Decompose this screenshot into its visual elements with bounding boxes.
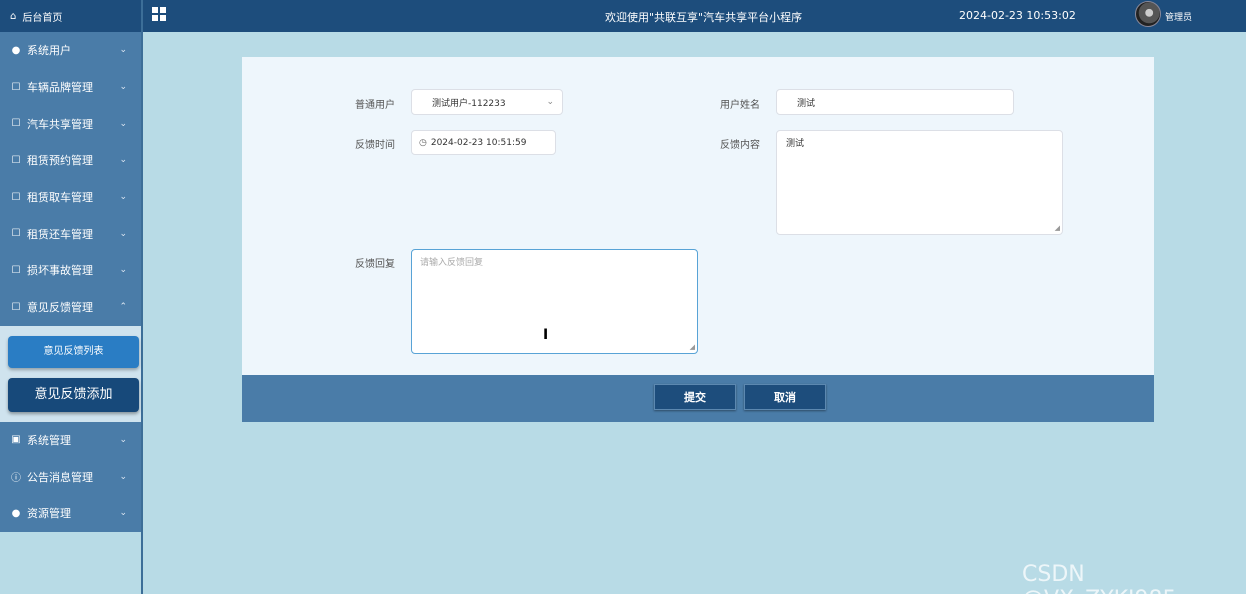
user-name[interactable]: 管理员 xyxy=(1165,10,1192,23)
chevron-up-icon: ⌃ xyxy=(119,302,127,313)
feedback-content-value: 测试 xyxy=(786,139,805,149)
current-datetime: 2024-02-23 10:53:02 xyxy=(959,9,1076,22)
chevron-down-icon: ⌄ xyxy=(119,192,127,203)
name-label: 用户姓名 xyxy=(720,100,760,111)
text-cursor-icon: I xyxy=(543,327,549,343)
info-icon: ⓘ xyxy=(11,473,21,485)
clock-icon: ◷ xyxy=(419,137,427,148)
submenu-feedback-add[interactable]: 意见反馈添加 xyxy=(8,377,139,412)
location-icon: ● xyxy=(11,507,21,519)
sidebar-item-system-users[interactable]: ● 系统用户 ⌄ xyxy=(0,32,141,69)
feedback-reply-textarea[interactable]: 请输入反馈回复 ◢ xyxy=(411,249,698,354)
sidebar-item-label: 意见反馈管理 xyxy=(27,301,93,315)
sidebar-home[interactable]: ⌂ 后台首页 xyxy=(0,0,141,32)
name-value: 测试 xyxy=(797,98,816,109)
submit-button[interactable]: 提交 xyxy=(654,384,736,410)
sidebar-item-label: 汽车共享管理 xyxy=(27,117,93,131)
sidebar-item-label: 资源管理 xyxy=(27,507,71,521)
chevron-down-icon: ⌄ xyxy=(119,82,127,93)
chevron-down-icon: ⌄ xyxy=(119,228,127,239)
resize-handle-icon[interactable]: ◢ xyxy=(690,343,695,351)
sidebar-item-system[interactable]: ▣ 系统管理 ⌄ xyxy=(0,422,141,459)
sidebar-item-reservation[interactable]: ☐ 租赁预约管理 ⌄ xyxy=(0,142,141,179)
resize-handle-icon[interactable]: ◢ xyxy=(1055,224,1060,232)
cancel-button[interactable]: 取消 xyxy=(744,384,826,410)
sidebar-menu-lower: ▣ 系统管理 ⌄ ⓘ 公告消息管理 ⌄ ● 资源管理 ⌄ xyxy=(0,421,141,532)
external-link-icon: ☐ xyxy=(11,264,21,276)
avatar[interactable] xyxy=(1135,1,1161,27)
sidebar-menu: ● 系统用户 ⌄ ☐ 车辆品牌管理 ⌄ ☐ 汽车共享管理 ⌄ ☐ 租赁预约管理 … xyxy=(0,32,141,326)
sidebar-item-resource[interactable]: ● 资源管理 ⌄ xyxy=(0,495,141,532)
chevron-down-icon: ⌄ xyxy=(119,508,127,519)
sidebar-item-damage[interactable]: ☐ 损坏事故管理 ⌄ xyxy=(0,252,141,289)
feedback-submenu: 意见反馈列表 意见反馈添加 xyxy=(0,325,141,422)
feedback-time-value: 2024-02-23 10:51:59 xyxy=(430,137,527,148)
chevron-down-icon: ⌄ xyxy=(119,155,127,166)
external-link-icon: ☐ xyxy=(11,118,21,130)
chevron-down-icon: ⌄ xyxy=(119,434,127,445)
grid-menu-icon[interactable] xyxy=(152,7,166,21)
feedback-content-textarea[interactable]: 测试 ◢ xyxy=(776,130,1063,235)
sidebar-item-notice[interactable]: ⓘ 公告消息管理 ⌄ xyxy=(0,458,141,495)
image-icon: ▣ xyxy=(11,434,21,446)
user-icon: ● xyxy=(11,44,21,56)
sidebar-item-label: 租赁预约管理 xyxy=(27,154,93,168)
external-link-icon: ☐ xyxy=(11,191,21,203)
sidebar: ⌂ 后台首页 ● 系统用户 ⌄ ☐ 车辆品牌管理 ⌄ ☐ 汽车共享管理 ⌄ ☐ … xyxy=(0,0,143,594)
sidebar-item-label: 公告消息管理 xyxy=(27,470,93,484)
reply-placeholder: 请输入反馈回复 xyxy=(420,258,484,268)
sidebar-item-car-share[interactable]: ☐ 汽车共享管理 ⌄ xyxy=(0,105,141,142)
page-title: 欢迎使用"共联互享"汽车共享平台小程序 xyxy=(605,11,803,24)
sidebar-item-label: 车辆品牌管理 xyxy=(27,81,93,95)
sidebar-item-label: 系统用户 xyxy=(27,44,71,58)
sidebar-home-label: 后台首页 xyxy=(22,12,63,24)
home-icon: ⌂ xyxy=(10,10,17,22)
chevron-down-icon: ⌄ xyxy=(119,118,127,129)
name-field[interactable]: 测试 xyxy=(776,89,1014,115)
sidebar-item-pickup[interactable]: ☐ 租赁取车管理 ⌄ xyxy=(0,179,141,216)
feedback-form: 普通用户 测试用户-112233 ⌄ 用户姓名 测试 反馈时间 ◷ 2024-0… xyxy=(242,57,1154,375)
user-select[interactable]: 测试用户-112233 ⌄ xyxy=(411,89,563,115)
chevron-down-icon: ⌄ xyxy=(119,471,127,482)
sidebar-item-label: 系统管理 xyxy=(27,433,71,447)
submenu-feedback-list[interactable]: 意见反馈列表 xyxy=(8,335,139,368)
user-label: 普通用户 xyxy=(355,100,395,111)
chevron-down-icon: ⌄ xyxy=(119,45,127,56)
form-actions: 提交 取消 xyxy=(242,375,1154,422)
content-label: 反馈内容 xyxy=(720,140,760,151)
chevron-down-icon: ⌄ xyxy=(546,97,554,107)
reply-label: 反馈回复 xyxy=(355,259,395,270)
external-link-icon: ☐ xyxy=(11,301,21,313)
user-select-value: 测试用户-112233 xyxy=(432,98,506,109)
external-link-icon: ☐ xyxy=(11,228,21,240)
watermark: CSDN @VX_ZYKJ985 xyxy=(1022,562,1177,594)
sidebar-item-label: 租赁还车管理 xyxy=(27,227,93,241)
external-link-icon: ☐ xyxy=(11,81,21,93)
time-label: 反馈时间 xyxy=(355,140,395,151)
sidebar-item-label: 损坏事故管理 xyxy=(27,264,93,278)
sidebar-item-feedback[interactable]: ☐ 意见反馈管理 ⌃ xyxy=(0,289,141,326)
feedback-time-picker[interactable]: ◷ 2024-02-23 10:51:59 xyxy=(411,130,556,155)
sidebar-item-label: 租赁取车管理 xyxy=(27,191,93,205)
external-link-icon: ☐ xyxy=(11,154,21,166)
sidebar-item-brand[interactable]: ☐ 车辆品牌管理 ⌄ xyxy=(0,69,141,106)
sidebar-item-return[interactable]: ☐ 租赁还车管理 ⌄ xyxy=(0,215,141,252)
chevron-down-icon: ⌄ xyxy=(119,265,127,276)
top-bar: 欢迎使用"共联互享"汽车共享平台小程序 2024-02-23 10:53:02 … xyxy=(143,0,1246,32)
